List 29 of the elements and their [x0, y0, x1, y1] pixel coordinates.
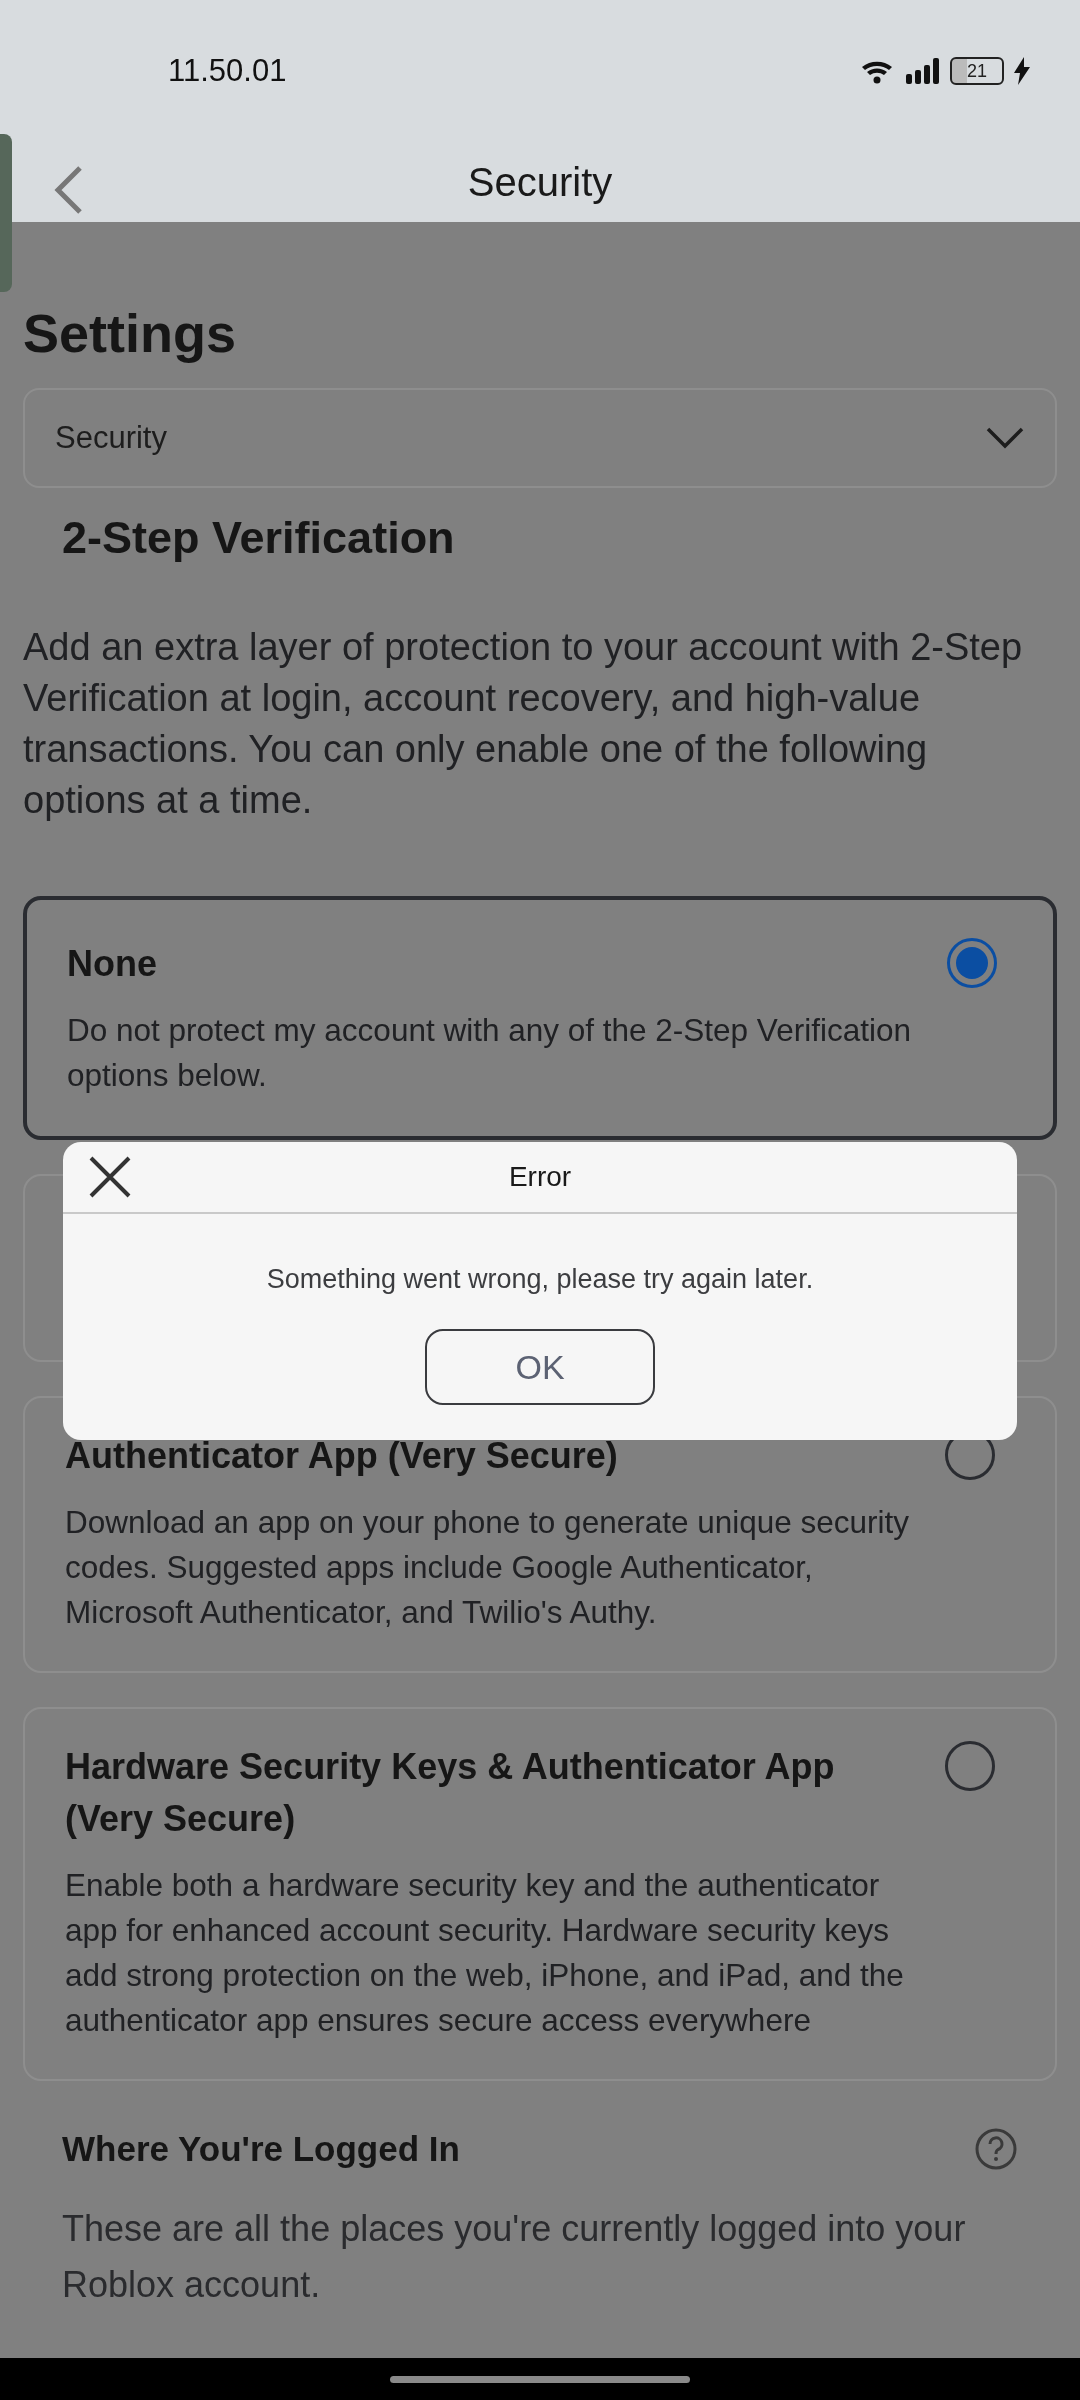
- ok-button[interactable]: OK: [425, 1329, 655, 1405]
- battery-level: 21: [950, 57, 1004, 85]
- status-time: 11.50.01: [168, 53, 288, 89]
- option-title: Hardware Security Keys & Authenticator App (Very Secure): [65, 1745, 836, 1841]
- close-button[interactable]: [87, 1154, 133, 1200]
- charging-icon: [1014, 57, 1030, 85]
- option-card[interactable]: [23, 1707, 1057, 2081]
- dialog-message: Something went wrong, please try again later.: [265, 1264, 815, 1295]
- section-title: Where You're Logged In: [62, 2129, 460, 2169]
- section-title: 2-Step Verification: [62, 512, 456, 564]
- section-description: Add an extra layer of protection to your account with 2-Step Verification at login, account recovery, and high-value transactions. You can only enable one of the following options at a time.: [23, 625, 1024, 823]
- home-indicator[interactable]: [390, 2375, 690, 2383]
- dialog-title: Error: [508, 1161, 572, 1193]
- signal-icon: [906, 58, 940, 84]
- chevron-down-icon: [985, 426, 1025, 450]
- option-description: Enable both a hardware security key and the authenticator app for enhanced account security. Hardware security keys add strong protection on the web, iPhone, and iPad, and the authenticator app ensures secure access everywhere: [65, 1866, 905, 2040]
- option-title: Authenticator App (Very Secure): [65, 1434, 619, 1478]
- edge-handle[interactable]: [0, 134, 12, 292]
- section-description: These are all the places you're currently logged into your Roblox account.: [62, 2207, 967, 2307]
- radio-button[interactable]: [947, 938, 997, 988]
- help-icon[interactable]: [974, 2127, 1018, 2171]
- option-description: Download an app on your phone to generate unique security codes. Suggested apps include Google Authenticator, Microsoft Authenticator, and Twilio's Authy.: [65, 1503, 911, 1632]
- option-card[interactable]: None Do not protect my account with any of the 2-Step Verification options below.: [23, 896, 1057, 1140]
- page-title: Settings: [23, 302, 238, 364]
- section-dropdown[interactable]: Security: [23, 388, 1057, 488]
- header-title: Security: [467, 159, 613, 205]
- option-description: Do not protect my account with any of the 2-Step Verification options below.: [67, 1011, 912, 1095]
- radio-button[interactable]: [945, 1741, 995, 1791]
- option-title: None: [67, 942, 158, 986]
